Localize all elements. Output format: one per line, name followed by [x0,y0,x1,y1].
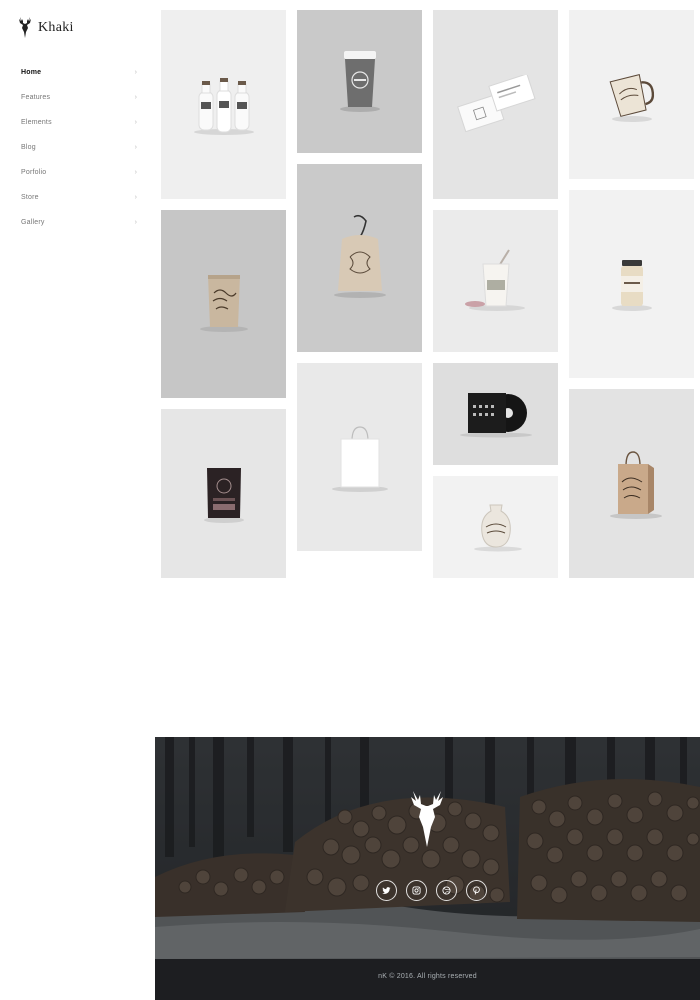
business-cards-image [456,74,536,132]
enamel-mug-image [609,73,654,122]
gallery-item-glass-jar[interactable] [569,190,694,378]
portfolio-gallery [0,0,700,590]
coffee-cup-image [339,50,380,112]
twitter-icon [382,887,391,894]
vinyl-record-image [459,393,532,438]
site-footer: nK © 2016. All rights reserved [155,737,700,1000]
pinterest-link[interactable] [466,880,487,901]
gallery-item-coffee-cup[interactable] [297,10,422,153]
gallery-item-dark-pouch[interactable] [161,409,286,578]
glass-jar-image [611,260,652,311]
social-links [376,880,487,901]
forest-log-pile-background [155,737,700,1000]
paper-bag-image [331,426,388,492]
gallery-item-enamel-mug[interactable] [569,10,694,179]
drawstring-bag-image [333,214,386,298]
gallery-item-business-cards[interactable] [433,10,558,199]
dark-pouch-image [203,467,244,523]
kraft-shopping-bag-image [609,450,662,519]
gallery-item-coffee-pouch[interactable] [161,210,286,398]
smoothie-cup-image [464,249,525,311]
deer-head-icon [411,791,443,847]
gallery-item-kraft-shopping-bag[interactable] [569,389,694,578]
gallery-item-milk-bottles[interactable] [161,10,286,199]
dribbble-icon [442,886,451,895]
gallery-item-drawstring-bag[interactable] [297,164,422,352]
copyright-text: nK © 2016. All rights reserved [378,973,477,980]
gallery-item-smoothie-cup[interactable] [433,210,558,352]
instagram-icon [412,886,421,895]
milk-bottles-image [193,77,254,135]
instagram-link[interactable] [406,880,427,901]
gallery-item-ceramic-vase[interactable] [433,476,558,578]
dribbble-link[interactable] [436,880,457,901]
ceramic-vase-image [473,504,522,552]
twitter-link[interactable] [376,880,397,901]
coffee-pouch-image [199,275,248,332]
pinterest-icon [473,886,480,895]
gallery-item-vinyl-record[interactable] [433,363,558,465]
gallery-item-paper-bag[interactable] [297,363,422,551]
